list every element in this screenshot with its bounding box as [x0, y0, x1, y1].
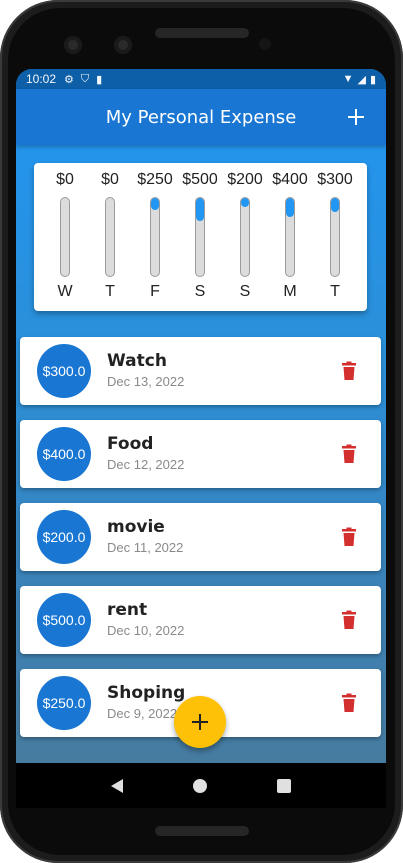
delete-transaction-button[interactable] [337, 442, 361, 466]
settings-icon: ⚙ [64, 73, 74, 86]
bar-amount-label: $300 [317, 171, 353, 188]
transaction-title: Food [107, 434, 154, 454]
transaction-date: Dec 12, 2022 [107, 457, 185, 472]
transaction-title: movie [107, 517, 165, 537]
bar-track [195, 197, 205, 277]
bar-fill [196, 198, 204, 222]
chart-bar-3: $500 S [178, 171, 222, 303]
transaction-amount-badge: $200.0 [37, 510, 91, 564]
sd-card-icon: ▮ [96, 73, 103, 86]
status-bar: 10:02 ⚙ ⛉ ▮ ▼ ◢ ▮ [16, 69, 386, 89]
status-indicators: ▼ ◢ ▮ [343, 73, 376, 86]
battery-icon: ▮ [369, 73, 376, 86]
back-icon[interactable] [111, 778, 123, 793]
recents-icon[interactable] [277, 778, 291, 793]
transaction-card: $400.0 Food Dec 12, 2022 [20, 420, 381, 488]
wifi-icon: ▼ [342, 73, 354, 85]
bar-amount-label: $0 [101, 171, 119, 188]
transaction-amount-badge: $400.0 [37, 427, 91, 481]
chart-bar-0: $0 W [43, 171, 87, 303]
bar-track [330, 197, 340, 277]
transaction-card: $500.0 rent Dec 10, 2022 [20, 586, 381, 654]
bar-amount-label: $200 [227, 171, 263, 188]
proximity-sensor [259, 38, 271, 50]
chart-bar-6: $300 T [313, 171, 357, 303]
bar-day-label: T [105, 283, 115, 300]
bar-day-label: F [150, 283, 160, 300]
chart-bar-5: $400 M [268, 171, 312, 303]
bar-day-label: W [57, 283, 73, 300]
trash-icon [342, 361, 356, 380]
bottom-speaker [155, 826, 249, 836]
transaction-date: Dec 11, 2022 [107, 540, 184, 555]
plus-icon [192, 714, 208, 730]
transaction-card: $300.0 Watch Dec 13, 2022 [20, 337, 381, 405]
front-sensor-icon [114, 36, 132, 54]
bar-amount-label: $400 [272, 171, 308, 188]
delete-transaction-button[interactable] [337, 359, 361, 383]
bar-fill [241, 198, 249, 208]
status-time: 10:02 [26, 72, 57, 86]
bar-track [285, 197, 295, 277]
transaction-date: Dec 10, 2022 [107, 623, 185, 638]
chart-bar-4: $200 S [223, 171, 267, 303]
transaction-amount-badge: $300.0 [37, 344, 91, 398]
chart-bar-1: $0 T [88, 171, 132, 303]
bar-amount-label: $250 [137, 171, 173, 188]
delete-transaction-button[interactable] [337, 525, 361, 549]
transaction-date: Dec 13, 2022 [107, 374, 185, 389]
add-transaction-button[interactable] [340, 101, 372, 133]
app-title: My Personal Expense [105, 106, 297, 128]
transaction-amount-badge: $500.0 [37, 593, 91, 647]
add-transaction-fab[interactable] [174, 696, 226, 748]
bar-day-label: M [283, 283, 297, 300]
bar-track [60, 197, 70, 277]
bar-fill [331, 198, 339, 213]
home-icon[interactable] [193, 778, 207, 793]
bar-amount-label: $0 [56, 171, 74, 188]
weekly-spending-chart: $0 W $0 T $250 F $500 S $200 S $400 M $300 T [34, 163, 367, 311]
front-camera-icon [64, 36, 82, 54]
earpiece-speaker [155, 28, 249, 38]
trash-icon [342, 693, 356, 712]
shield-icon: ⛉ [80, 72, 90, 85]
android-nav-bar [16, 763, 386, 808]
bar-fill [286, 198, 294, 217]
bar-day-label: T [330, 283, 340, 300]
transaction-date: Dec 9, 2022 [107, 706, 178, 721]
bar-track [150, 197, 160, 277]
plus-icon [348, 109, 364, 125]
bar-track [105, 197, 115, 277]
signal-icon: ◢ [357, 73, 366, 86]
trash-icon [342, 527, 356, 546]
trash-icon [342, 444, 356, 463]
delete-transaction-button[interactable] [337, 608, 361, 632]
transaction-title: Watch [107, 351, 167, 371]
chart-bar-2: $250 F [133, 171, 177, 303]
transaction-card: $200.0 movie Dec 11, 2022 [20, 503, 381, 571]
bar-day-label: S [194, 283, 206, 300]
bar-day-label: S [239, 283, 251, 300]
transaction-title: Shoping [107, 683, 186, 703]
transaction-amount-badge: $250.0 [37, 676, 91, 730]
bar-track [240, 197, 250, 277]
trash-icon [342, 610, 356, 629]
app-bar: My Personal Expense [16, 89, 386, 145]
bar-amount-label: $500 [182, 171, 218, 188]
bar-fill [151, 198, 159, 210]
transaction-title: rent [107, 600, 148, 620]
delete-transaction-button[interactable] [337, 691, 361, 715]
